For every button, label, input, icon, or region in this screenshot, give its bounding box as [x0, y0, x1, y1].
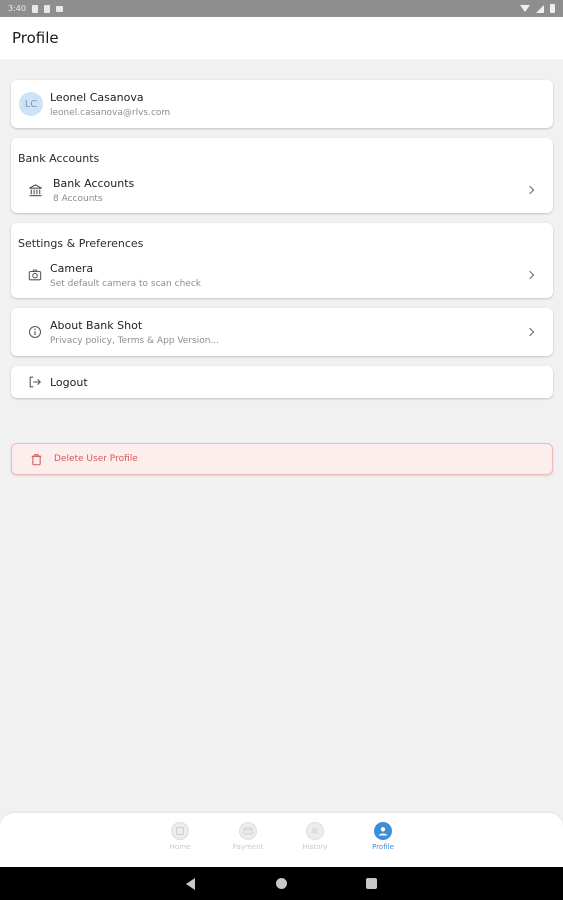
- trash-icon: [28, 451, 44, 467]
- settings-section-title: Settings & Preferences: [18, 237, 144, 250]
- nav-item-history[interactable]: History: [295, 822, 335, 851]
- nav-label-history: History: [302, 843, 328, 851]
- avatar: LC: [19, 92, 43, 116]
- recent-apps-icon[interactable]: [366, 878, 377, 889]
- camera-title: Camera: [50, 261, 94, 275]
- system-navigation-bar: [0, 867, 563, 900]
- bank-accounts-title: Bank Accounts: [53, 176, 135, 190]
- bank-accounts-count: 8 Accounts: [53, 193, 103, 204]
- payment-icon: [239, 822, 257, 840]
- about-subtitle: Privacy policy, Terms & App Version...: [50, 335, 220, 346]
- storage-icon: [55, 5, 63, 12]
- delete-profile-label: Delete User Profile: [54, 454, 138, 464]
- logout-icon: [27, 374, 43, 390]
- nav-item-home[interactable]: Home: [160, 822, 200, 851]
- user-name: Leonel Casanova: [50, 90, 144, 104]
- nav-item-profile[interactable]: Profile: [363, 822, 403, 851]
- bank-accounts-card: Bank Accounts Bank Accounts 8 Accounts: [11, 138, 553, 213]
- battery-icon: [550, 4, 555, 13]
- camera-subtitle: Set default camera to scan check: [50, 278, 201, 289]
- logout-button[interactable]: Logout: [11, 366, 553, 398]
- status-bar: 3:40: [0, 0, 563, 17]
- about-card[interactable]: About Bank Shot Privacy policy, Terms & …: [11, 308, 553, 356]
- page-title: Profile: [12, 29, 59, 47]
- settings-card: Settings & Preferences Camera Set defaul…: [11, 223, 553, 298]
- home-icon: [171, 822, 189, 840]
- user-card[interactable]: LC Leonel Casanova leonel.casanova@rlvs.…: [11, 80, 553, 128]
- chevron-right-icon: [525, 185, 535, 195]
- app-header: Profile: [0, 17, 563, 59]
- nav-label-home: Home: [169, 843, 191, 851]
- user-email: leonel.casanova@rlvs.com: [50, 107, 171, 118]
- camera-icon: [27, 267, 43, 283]
- signal-icon: [536, 4, 544, 13]
- back-icon[interactable]: [186, 878, 195, 890]
- sim-icon: [43, 4, 50, 13]
- wifi-icon: [520, 5, 530, 12]
- nav-label-profile: Profile: [372, 843, 394, 851]
- chevron-right-icon: [525, 270, 535, 280]
- bank-accounts-row[interactable]: Bank Accounts 8 Accounts: [11, 172, 553, 208]
- notification-icon: [31, 4, 38, 13]
- bottom-navigation: Home Payment History Profile: [0, 813, 563, 867]
- nav-item-payment[interactable]: Payment: [228, 822, 268, 851]
- camera-row[interactable]: Camera Set default camera to scan check: [11, 257, 553, 293]
- bank-icon: [27, 182, 43, 198]
- logout-label: Logout: [50, 375, 88, 389]
- info-icon: [27, 324, 43, 340]
- chevron-right-icon: [525, 327, 535, 337]
- status-time: 3:40: [8, 4, 26, 13]
- nav-label-payment: Payment: [232, 843, 264, 851]
- home-circle-icon[interactable]: [276, 878, 287, 889]
- bank-section-title: Bank Accounts: [18, 152, 100, 165]
- delete-profile-button[interactable]: Delete User Profile: [11, 443, 553, 475]
- about-title: About Bank Shot: [50, 318, 143, 332]
- profile-icon: [374, 822, 392, 840]
- history-icon: [306, 822, 324, 840]
